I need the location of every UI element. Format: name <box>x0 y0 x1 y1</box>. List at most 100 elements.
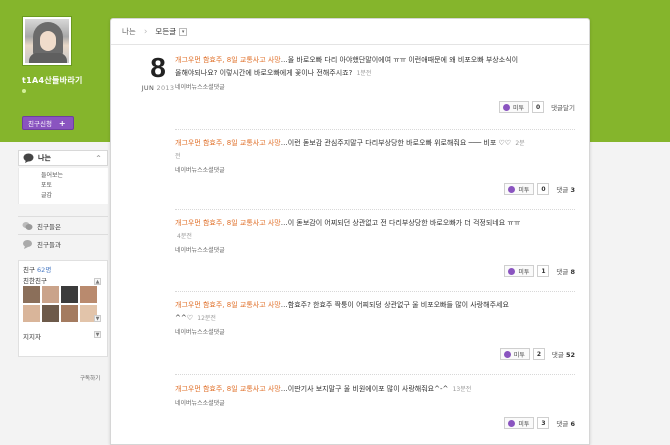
post-source[interactable]: 네이버뉴스소셜댓글 <box>175 82 575 91</box>
metoo-label: 미투 <box>513 104 525 112</box>
post-source[interactable]: 네이버뉴스소셜댓글 <box>175 398 575 407</box>
comment-label: 댓글달기 <box>551 104 575 112</box>
sidebar-subitem-photo[interactable]: 포토 <box>41 180 108 190</box>
post-actions: 미투 2 댓글 52 <box>499 348 575 360</box>
list-item: 개그우먼 함효주, 8일 교통사고 사망…이런 돋보감 관심주지말구 다리부상당… <box>175 137 575 174</box>
metoo-label: 미투 <box>518 420 530 428</box>
friends-label: 친구 <box>23 266 35 274</box>
post-source[interactable]: 네이버뉴스소셜댓글 <box>175 245 575 254</box>
metoo-icon <box>508 267 516 275</box>
comment-count: 6 <box>570 420 575 428</box>
add-friend-label: 친구신청 <box>28 120 52 128</box>
breadcrumb-root[interactable]: 나는 <box>122 26 136 37</box>
supporters-label[interactable]: 지지자 <box>23 331 41 341</box>
metoo-button[interactable]: 미투 <box>504 417 535 429</box>
comment-link[interactable]: 댓글 3 <box>556 184 575 194</box>
breadcrumb-separator: › <box>143 26 148 37</box>
comment-label: 댓글 <box>556 268 569 276</box>
sidebar-item-friend-buzz[interactable]: 친구들과 <box>18 234 108 252</box>
friend-thumbnail[interactable] <box>61 305 78 322</box>
comment-label: 댓글 <box>556 186 569 194</box>
collapse-arrow-icon[interactable]: ^ <box>96 155 101 162</box>
post-text: 개그우먼 함효주, 8일 교통사고 사망…이런 돋보감 관심주지말구 다리부상당… <box>175 137 525 163</box>
post-divider <box>175 374 575 375</box>
post-source[interactable]: 네이버뉴스소셜댓글 <box>175 327 575 336</box>
post-article-link[interactable]: 개그우먼 함효주, 8일 교통사고 사망 <box>175 56 281 64</box>
comment-label: 댓글 <box>551 351 564 359</box>
supporters-expand-icon[interactable]: ▼ <box>94 331 101 338</box>
post-actions: 미투 1 댓글 8 <box>504 265 575 277</box>
friends-header[interactable]: 친구 62명 <box>23 264 103 274</box>
list-item: 개그우먼 함효주, 8일 교통사고 사망…이딴기사 보지말구 울 비원에이포 많… <box>175 383 575 407</box>
metoo-button[interactable]: 미투 <box>504 183 535 195</box>
friend-thumbnail[interactable] <box>42 305 59 322</box>
post-text: 개그우먼 함효주, 8일 교통사고 사망…올 바로오빠 다리 아야했단말이에여 … <box>175 54 525 80</box>
breadcrumb: 나는 › 모든글 ▾ <box>111 19 589 45</box>
metoo-count: 0 <box>537 183 550 195</box>
post-text: 개그우먼 함효주, 8일 교통사고 사망…이 돋보감이 어찌되던 상관없고 전 … <box>175 217 525 243</box>
metoo-icon <box>508 419 516 427</box>
metoo-icon <box>503 103 511 111</box>
sidebar-item-friend-news[interactable]: 친구들은 <box>18 216 108 234</box>
add-friend-button[interactable]: 친구신청 + <box>22 116 74 130</box>
post-time: 4분전 <box>177 233 192 240</box>
comment-label: 댓글 <box>556 420 569 428</box>
friend-thumbnails <box>23 286 103 322</box>
metoo-count: 1 <box>537 265 550 277</box>
post-body: …이딴기사 보지말구 울 비원에이포 많이 사랑해줘요^-^ <box>280 385 449 393</box>
subscribe-link[interactable]: 구독하기 <box>80 374 100 382</box>
close-friends-label[interactable]: 친한친구 <box>23 275 103 285</box>
list-item: 개그우먼 함효주, 8일 교통사고 사망…이 돋보감이 어찌되던 상관없고 전 … <box>175 217 575 254</box>
post-actions: 미투 0 댓글달기 <box>499 101 575 113</box>
metoo-label: 미투 <box>518 186 530 194</box>
sidebar-subitem-listen[interactable]: 들어보는 <box>41 170 108 180</box>
post-source[interactable]: 네이버뉴스소셜댓글 <box>175 165 575 174</box>
scroll-up-icon[interactable]: ▲ <box>94 278 101 285</box>
post-divider <box>175 209 575 210</box>
post-body: …이런 돋보감 관심주지말구 다리부상당한 바로오빠 위로해줘요 ─── 비포 … <box>280 139 512 147</box>
metoo-count: 2 <box>532 348 545 360</box>
friend-thumbnail[interactable] <box>80 286 97 303</box>
post-article-link[interactable]: 개그우먼 함효주, 8일 교통사고 사망 <box>175 139 281 147</box>
friend-thumbnail[interactable] <box>23 286 40 303</box>
post-article-link[interactable]: 개그우먼 함효주, 8일 교통사고 사망 <box>175 219 281 227</box>
profile-avatar[interactable] <box>22 16 72 66</box>
comment-count: 8 <box>570 268 575 276</box>
metoo-button[interactable]: 미투 <box>499 101 530 113</box>
post-body: …이 돋보감이 어찌되던 상관없고 전 다리부상당한 바로오빠가 더 걱정되네요… <box>280 219 521 227</box>
comment-icon <box>23 239 32 249</box>
metoo-count: 3 <box>537 417 550 429</box>
speech-bubble-icon <box>23 153 34 163</box>
metoo-icon <box>503 350 511 358</box>
post-time: 13분전 <box>452 386 472 393</box>
friend-thumbnail[interactable] <box>42 286 59 303</box>
post-text: 개그우먼 함효주, 8일 교통사고 사망…함효주? 한효주 짝퉁이 어찌되덩 상… <box>175 299 525 325</box>
metoo-button[interactable]: 미투 <box>499 348 530 360</box>
filter-dropdown-icon[interactable]: ▾ <box>179 27 188 36</box>
online-status-dot <box>22 89 26 93</box>
comment-link[interactable]: 댓글달기 <box>551 102 575 112</box>
scroll-down-icon[interactable]: ▼ <box>94 315 101 322</box>
sidebar-item-me[interactable]: 나는 ^ <box>18 150 108 166</box>
date-year: 2013 <box>156 84 175 92</box>
comment-link[interactable]: 댓글 52 <box>552 349 575 359</box>
comment-count: 52 <box>565 351 575 359</box>
comment-link[interactable]: 댓글 8 <box>556 266 575 276</box>
list-item: 개그우먼 함효주, 8일 교통사고 사망…올 바로오빠 다리 아야했단말이에여 … <box>175 54 575 91</box>
profile-username[interactable]: t1A4산들바라기 <box>22 75 83 86</box>
post-article-link[interactable]: 개그우먼 함효주, 8일 교통사고 사망 <box>175 301 281 309</box>
friend-thumbnail[interactable] <box>23 305 40 322</box>
metoo-button[interactable]: 미투 <box>504 265 535 277</box>
sidebar-subitem-writing[interactable]: 글감 <box>41 190 108 200</box>
timeline-panel: 나는 › 모든글 ▾ 8 JUN 2013 개그우먼 함효주, 8일 교통사고 … <box>110 18 590 445</box>
metoo-label: 미투 <box>513 351 525 359</box>
post-time: 12분전 <box>197 315 216 322</box>
post-article-link[interactable]: 개그우먼 함효주, 8일 교통사고 사망 <box>175 385 281 393</box>
breadcrumb-current[interactable]: 모든글 <box>155 26 176 37</box>
list-item: 개그우먼 함효주, 8일 교통사고 사망…함효주? 한효주 짝퉁이 어찌되덩 상… <box>175 299 575 336</box>
sidebar-item-me-label: 나는 <box>38 154 51 162</box>
comment-link[interactable]: 댓글 6 <box>556 418 575 428</box>
chat-bubbles-icon <box>22 221 33 230</box>
friend-thumbnail[interactable] <box>61 286 78 303</box>
sidebar-item-friend-news-label: 친구들은 <box>37 222 61 231</box>
